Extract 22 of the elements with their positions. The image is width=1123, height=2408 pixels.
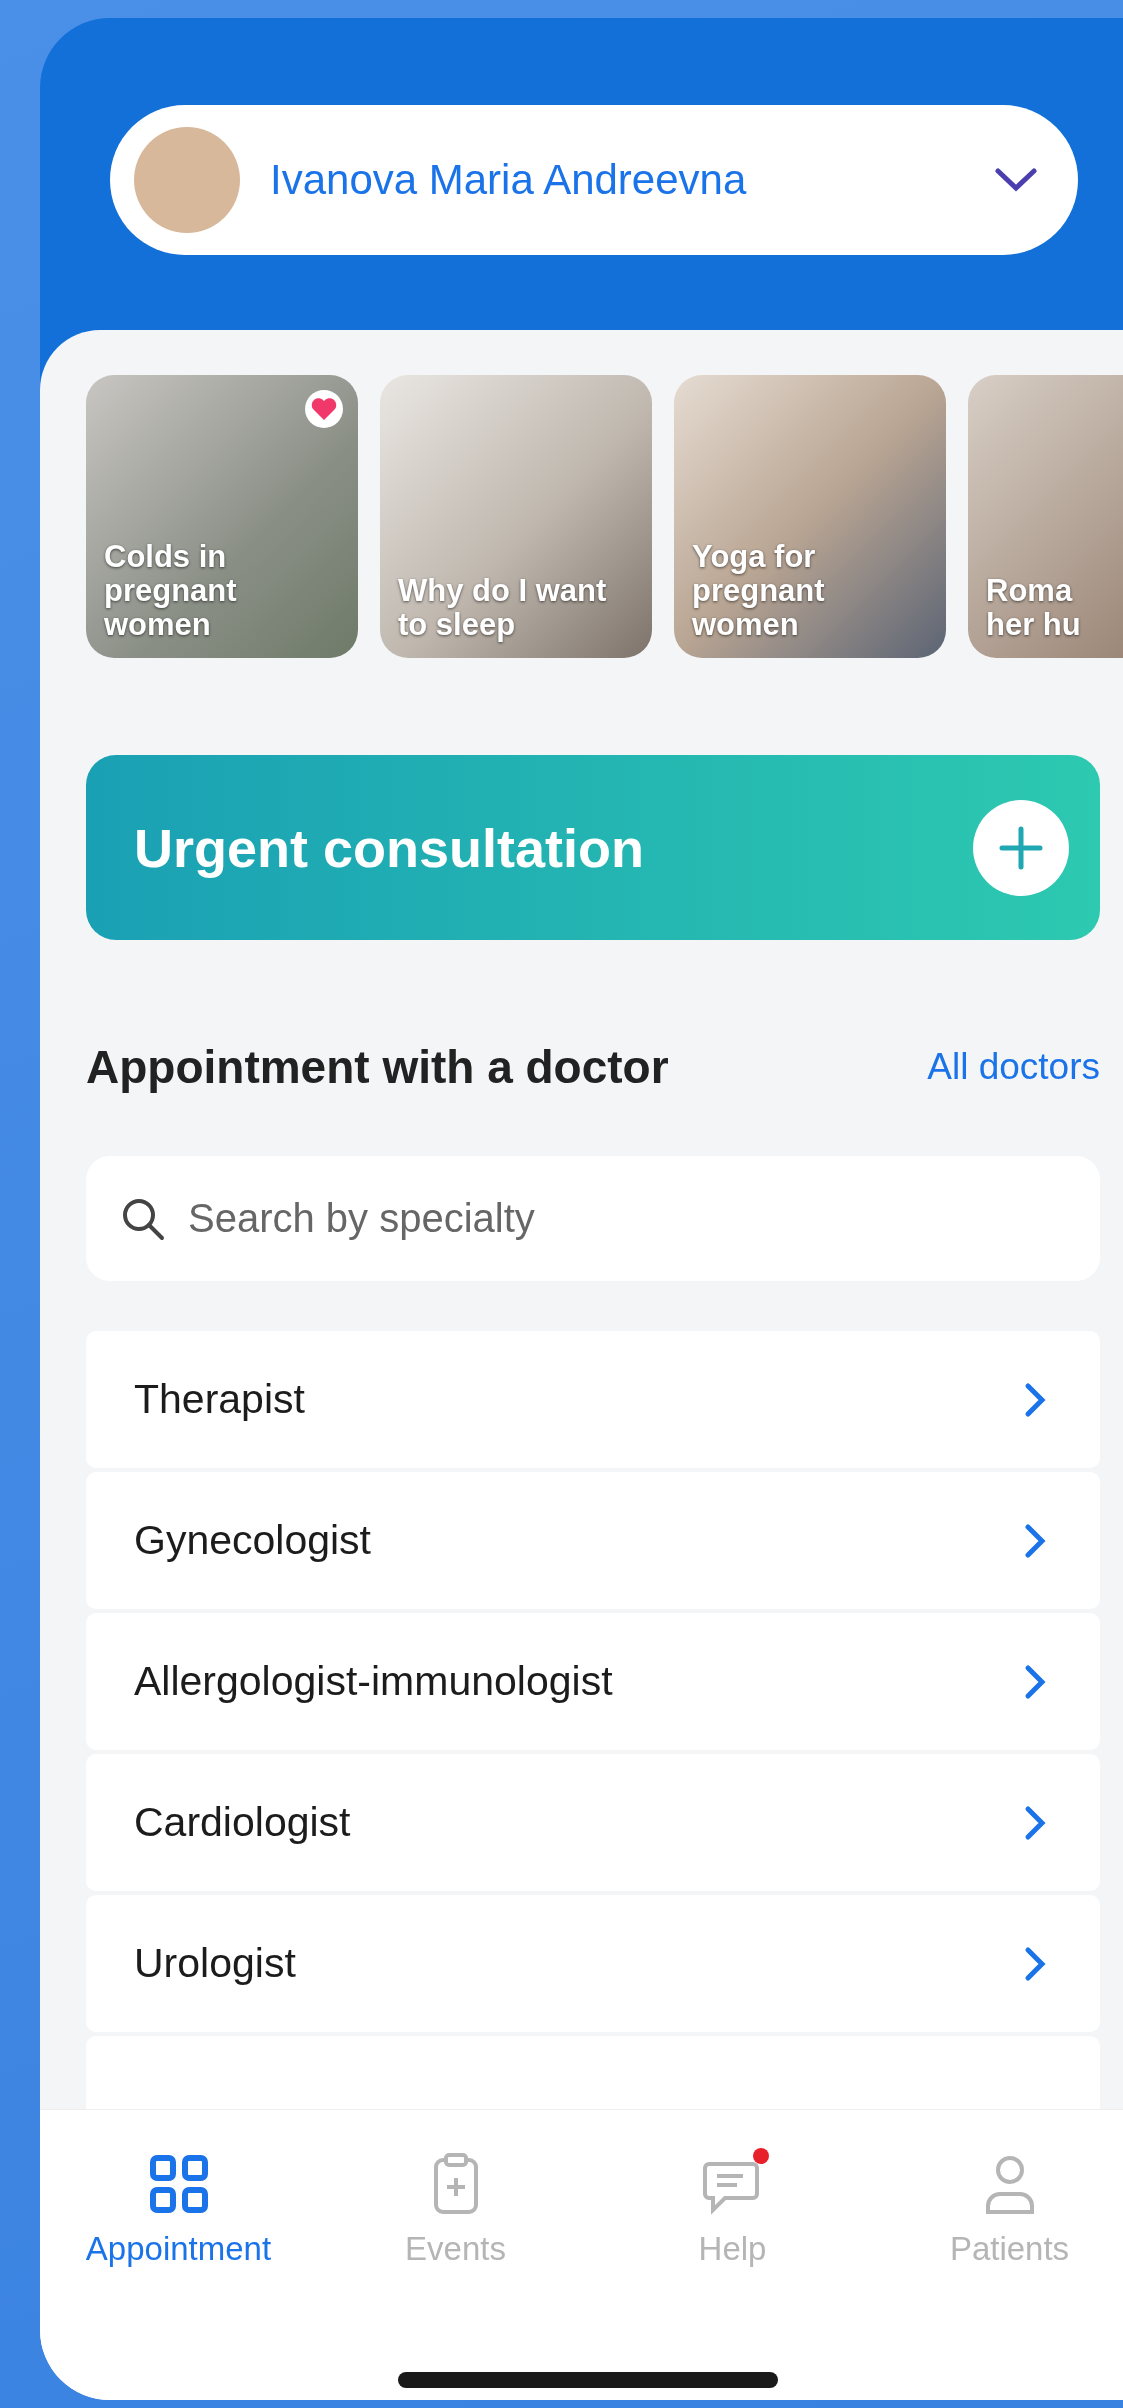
plus-icon xyxy=(972,798,1070,897)
urgent-consultation-button[interactable]: Urgent consultation xyxy=(86,755,1100,940)
story-card[interactable]: Yoga for pregnant women xyxy=(674,375,946,658)
profile-selector[interactable]: Ivanova Maria Andreevna xyxy=(110,105,1078,255)
story-card[interactable]: Roma her hu xyxy=(968,375,1123,658)
chevron-down-icon xyxy=(994,167,1038,193)
all-doctors-link[interactable]: All doctors xyxy=(927,1046,1100,1088)
specialty-item[interactable]: Gynecologist xyxy=(86,1472,1100,1609)
search-field[interactable]: Search by specialty xyxy=(86,1156,1100,1281)
story-card[interactable]: Colds in pregnant women xyxy=(86,375,358,658)
specialty-item[interactable]: Urologist xyxy=(86,1895,1100,2032)
story-card[interactable]: Why do I want to sleep xyxy=(380,375,652,658)
specialty-item[interactable]: Allergologist-immunologist xyxy=(86,1613,1100,1750)
story-title: Roma her hu xyxy=(986,573,1082,642)
search-icon xyxy=(120,1196,166,1242)
story-title: Colds in pregnant women xyxy=(104,539,238,642)
nav-tab[interactable]: Appointment xyxy=(40,2110,317,2280)
story-title: Why do I want to sleep xyxy=(398,573,608,642)
section-title: Appointment with a doctor xyxy=(86,1040,669,1094)
story-title: Yoga for pregnant women xyxy=(692,539,826,642)
specialty-item[interactable]: Cardiologist xyxy=(86,1754,1100,1891)
specialty-item[interactable]: Therapist xyxy=(86,1331,1100,1468)
